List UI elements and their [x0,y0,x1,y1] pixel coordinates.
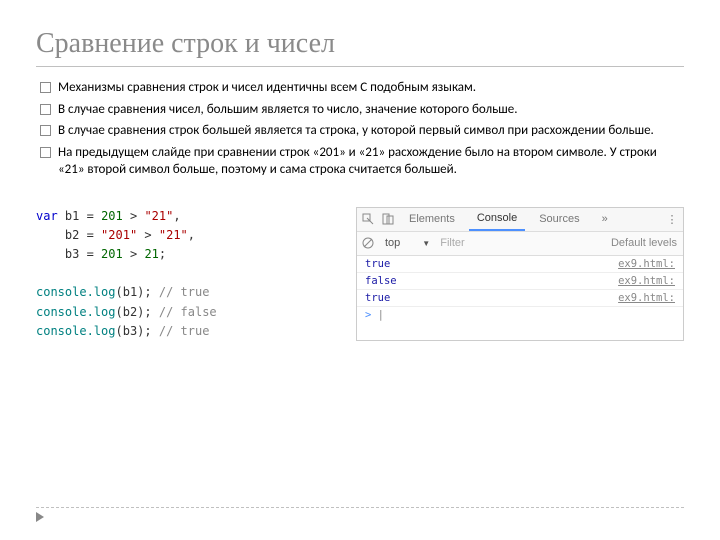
slide-footer [36,507,684,522]
list-item: В случае сравнения чисел, большим являет… [36,101,684,119]
tab-console[interactable]: Console [469,208,525,231]
devtools-panel: Elements Console Sources » ⋮ top▼ Filter… [356,207,684,341]
clear-console-icon[interactable] [361,237,375,249]
list-item: В случае сравнения строк большей являетс… [36,122,684,140]
tab-sources[interactable]: Sources [531,208,587,231]
console-prompt[interactable]: > | [357,307,683,323]
page-title: Сравнение строк и чисел [36,28,684,67]
source-link[interactable]: ex9.html: [618,275,675,287]
console-row: true ex9.html: [357,256,683,273]
source-link[interactable]: ex9.html: [618,258,675,270]
console-row: true ex9.html: [357,290,683,307]
list-item: Механизмы сравнения строк и чисел иденти… [36,79,684,97]
inspect-icon[interactable] [361,213,375,225]
source-link[interactable]: ex9.html: [618,292,675,304]
device-icon[interactable] [381,213,395,225]
log-levels[interactable]: Default levels [611,237,679,249]
console-row: false ex9.html: [357,273,683,290]
tabs-overflow[interactable]: » [594,208,616,231]
context-select[interactable]: top▼ [381,237,434,249]
console-output: true ex9.html: false ex9.html: true ex9.… [357,256,683,307]
devtools-tabs: Elements Console Sources » ⋮ [357,208,683,232]
list-item: На предыдущем слайде при сравнении строк… [36,144,684,179]
tab-elements[interactable]: Elements [401,208,463,231]
bullet-list: Механизмы сравнения строк и чисел иденти… [36,79,684,179]
kebab-icon[interactable]: ⋮ [665,213,679,226]
devtools-toolbar: top▼ Filter Default levels [357,232,683,256]
code-snippet: var b1 = 201 > "21", b2 = "201" > "21", … [36,207,336,341]
next-arrow-icon [36,512,44,522]
filter-input[interactable]: Filter [440,237,490,249]
